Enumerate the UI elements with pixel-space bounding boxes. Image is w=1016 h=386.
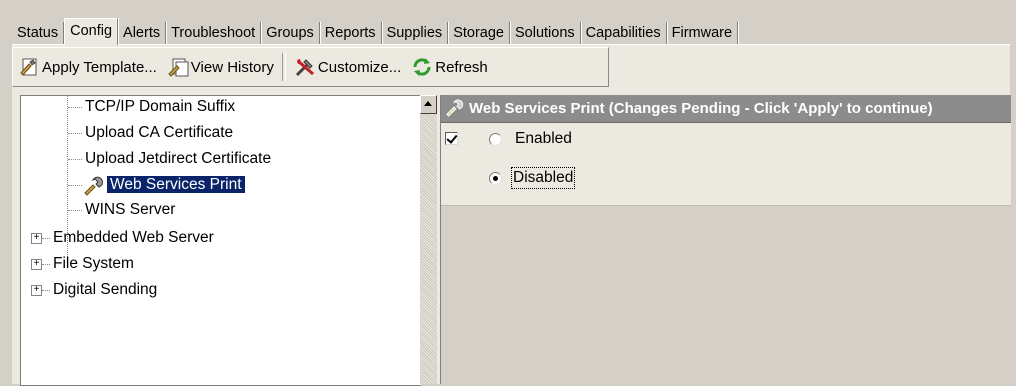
enabled-label[interactable]: Enabled: [515, 130, 572, 148]
customize-button[interactable]: Customize...: [289, 52, 406, 82]
config-page: Apply Template... View History Customize…: [12, 44, 1011, 386]
tools-icon: [294, 56, 316, 78]
expand-toggle[interactable]: +: [31, 285, 42, 296]
tab-troubleshoot[interactable]: Troubleshoot: [166, 22, 262, 44]
expand-toggle[interactable]: +: [31, 233, 42, 244]
panel-title: Web Services Print (Changes Pending - Cl…: [469, 100, 933, 117]
tree-connector: [68, 185, 82, 186]
template-icon: [18, 56, 40, 78]
tree-connector: [42, 290, 50, 291]
tree-connector: [68, 159, 82, 160]
tab-groups[interactable]: Groups: [261, 22, 320, 44]
history-icon: [167, 56, 189, 78]
refresh-icon: [411, 56, 433, 78]
tree-item-web-services-print[interactable]: Web Services Print: [107, 174, 245, 196]
enabled-radio[interactable]: [489, 133, 502, 146]
config-node-icon: [83, 174, 105, 200]
tree-scrollbar[interactable]: [420, 95, 437, 384]
settings-panel: Web Services Print (Changes Pending - Cl…: [440, 95, 1011, 384]
tab-status[interactable]: Status: [12, 22, 65, 44]
toolbar-separator: [281, 53, 286, 81]
tab-strip: Status Config Alerts Troubleshoot Groups…: [12, 18, 739, 45]
tab-reports[interactable]: Reports: [320, 22, 382, 44]
settings-area: Enabled Disabled: [441, 123, 1011, 206]
tree-item-wins-server[interactable]: WINS Server: [85, 199, 175, 221]
tree-connector: [68, 107, 82, 108]
apply-template-label: Apply Template...: [42, 58, 157, 76]
tab-alerts[interactable]: Alerts: [118, 22, 167, 44]
expand-toggle[interactable]: +: [31, 259, 42, 270]
tree-item-upload-ca-certificate[interactable]: Upload CA Certificate: [85, 122, 233, 144]
disabled-label[interactable]: Disabled: [510, 167, 576, 189]
tab-firmware[interactable]: Firmware: [667, 22, 739, 44]
scroll-up-button[interactable]: [420, 95, 437, 114]
toolbar: Apply Template... View History Customize…: [12, 47, 609, 87]
tree-connector: [42, 264, 50, 265]
refresh-label: Refresh: [435, 58, 488, 76]
tree-item-tcpip-domain-suffix[interactable]: TCP/IP Domain Suffix: [85, 96, 235, 118]
tab-solutions[interactable]: Solutions: [510, 22, 581, 44]
tree-group-embedded-web-server[interactable]: Embedded Web Server: [53, 227, 214, 249]
apply-template-button[interactable]: Apply Template...: [13, 52, 162, 82]
tab-config[interactable]: Config: [64, 18, 119, 45]
config-tree: TCP/IP Domain Suffix Upload CA Certifica…: [20, 95, 421, 386]
tree-group-file-system[interactable]: File System: [53, 253, 134, 275]
config-icon: [445, 97, 465, 121]
tree-group-digital-sending[interactable]: Digital Sending: [53, 279, 157, 301]
disabled-radio[interactable]: [489, 172, 502, 185]
tree-connector: [68, 210, 82, 211]
tree-item-label: Web Services Print: [107, 176, 245, 193]
tab-capabilities[interactable]: Capabilities: [581, 22, 667, 44]
tree-item-upload-jetdirect-certificate[interactable]: Upload Jetdirect Certificate: [85, 148, 271, 170]
tree-connector: [42, 238, 50, 239]
tab-supplies[interactable]: Supplies: [382, 22, 449, 44]
apply-setting-checkbox[interactable]: [445, 132, 458, 145]
panel-header: Web Services Print (Changes Pending - Cl…: [441, 95, 1011, 123]
tab-storage[interactable]: Storage: [448, 22, 510, 44]
refresh-button[interactable]: Refresh: [406, 52, 493, 82]
view-history-button[interactable]: View History: [162, 52, 279, 82]
view-history-label: View History: [190, 58, 274, 76]
tree-connector: [68, 133, 82, 134]
customize-label: Customize...: [317, 58, 402, 76]
